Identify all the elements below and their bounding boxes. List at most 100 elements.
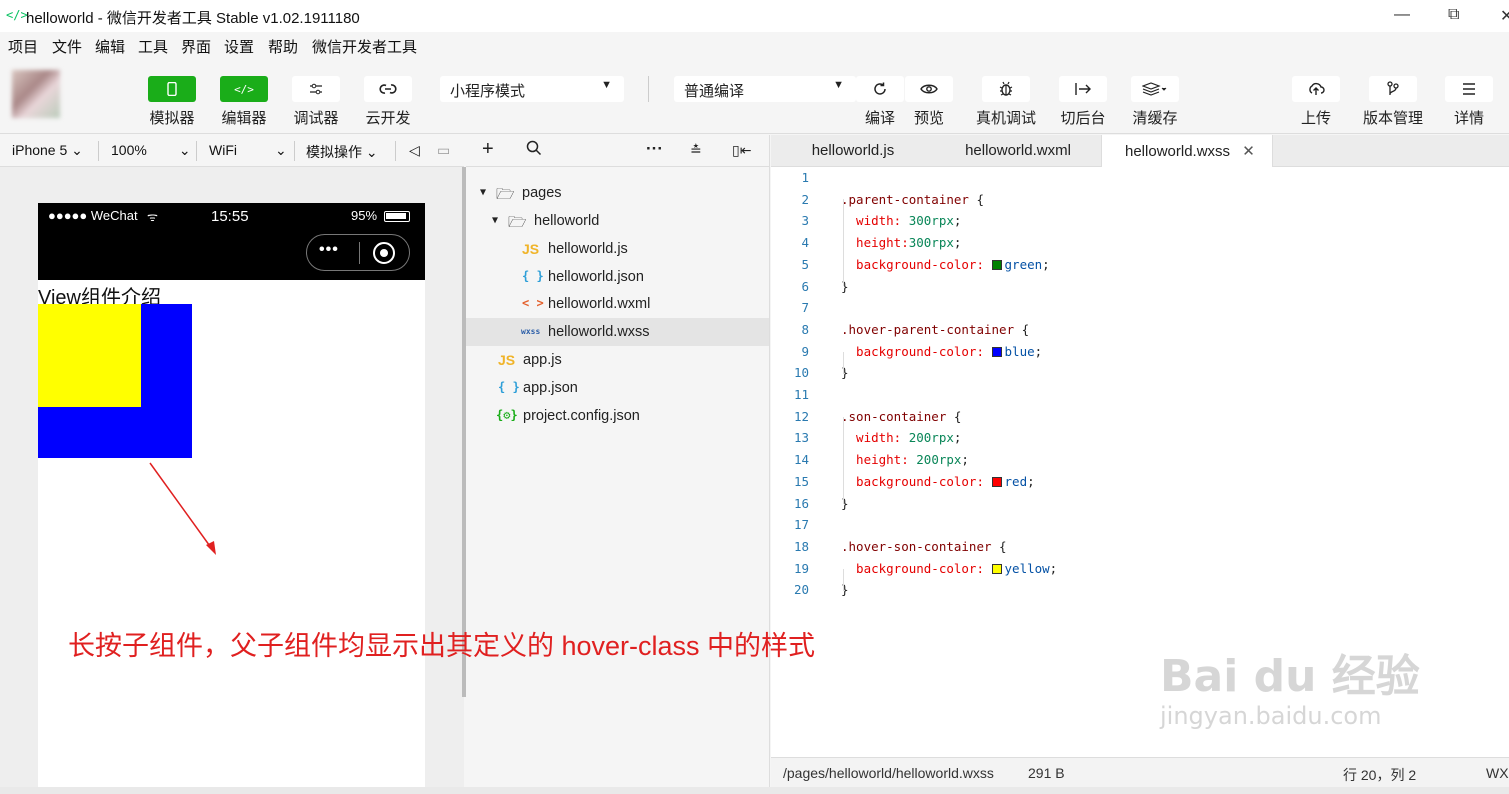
menu-bar: 项目 文件 编辑 工具 界面 设置 帮助 微信开发者工具 — [0, 32, 1509, 58]
color-swatch[interactable] — [991, 259, 1002, 270]
code-token: { — [1014, 321, 1030, 337]
editor-button[interactable]: </> — [220, 76, 268, 102]
indent-guide — [843, 352, 844, 374]
close-button[interactable]: ✕ — [1500, 6, 1509, 26]
mini-program-capsule: ••• — [306, 234, 410, 271]
menu-item-edit[interactable]: 编辑 — [95, 36, 125, 57]
line-number: 10 — [793, 365, 809, 381]
background-label: 切后台 — [1060, 110, 1106, 127]
more-icon[interactable]: ••• — [319, 241, 339, 259]
code-token: ; — [1049, 560, 1058, 576]
hide-panel-icon[interactable]: ▯⇤ — [732, 142, 751, 159]
code-token: .hover-parent-container — [841, 321, 1015, 337]
tree-file-helloworld-js[interactable]: JS helloworld.js — [466, 235, 770, 263]
version-button[interactable] — [1369, 76, 1417, 102]
language-mode[interactable]: WX — [1486, 765, 1509, 781]
js-file-icon: JS — [522, 241, 540, 257]
tree-item-label: helloworld — [534, 213, 600, 229]
simulator-button[interactable] — [148, 76, 196, 102]
menu-item-view[interactable]: 界面 — [181, 36, 211, 57]
cloud-button[interactable] — [364, 76, 412, 102]
code-line: .hover-son-container { — [841, 536, 1007, 558]
compile-select[interactable]: 普通编译 ▼ — [674, 76, 856, 102]
version-label: 版本管理 — [1362, 110, 1424, 127]
line-number: 6 — [801, 278, 809, 294]
simulate-operation-select[interactable]: 模拟操作 ⌄ — [306, 142, 378, 162]
close-target-icon[interactable] — [373, 242, 395, 264]
tree-file-helloworld-wxml[interactable]: < > helloworld.wxml — [466, 290, 770, 318]
menu-item-tools[interactable]: 工具 — [138, 36, 168, 57]
file-size: 291 B — [1028, 765, 1065, 781]
avatar[interactable] — [12, 70, 60, 118]
tree-folder-helloworld[interactable]: ▼ 🗁 helloworld — [466, 207, 770, 235]
debugger-label: 调试器 — [293, 110, 339, 127]
menu-item-settings[interactable]: 设置 — [224, 36, 254, 57]
code-token: .hover-son-container — [841, 538, 992, 554]
branch-icon — [1387, 81, 1399, 95]
real-device-debug-label: 真机调试 — [975, 110, 1037, 127]
color-swatch[interactable] — [991, 563, 1002, 574]
device-select[interactable]: iPhone 5 ⌄ — [12, 142, 83, 159]
tab-helloworld-wxss[interactable]: helloworld.wxss ✕ — [1101, 135, 1273, 168]
zoom-select[interactable]: 100% ⌄ — [111, 142, 191, 159]
speaker-icon[interactable]: ◁ — [409, 142, 420, 159]
collapse-icon[interactable]: ≛ — [690, 142, 702, 159]
code-token: ; — [1027, 473, 1035, 489]
tree-file-helloworld-json[interactable]: { } helloworld.json — [466, 263, 770, 291]
code-token: ; — [953, 235, 962, 251]
compile-label: 编译 — [864, 110, 896, 127]
details-button[interactable] — [1445, 76, 1493, 102]
menu-item-file[interactable]: 文件 — [52, 36, 82, 57]
tab-helloworld-js[interactable]: helloworld.js — [771, 135, 935, 167]
simulator-label: 模拟器 — [149, 110, 195, 127]
menu-item-project[interactable]: 项目 — [8, 36, 38, 57]
code-token: yellow — [1004, 560, 1050, 576]
tab-helloworld-wxml[interactable]: helloworld.wxml — [935, 135, 1101, 167]
search-icon[interactable] — [526, 140, 542, 161]
restore-button[interactable]: ⧉ — [1448, 6, 1459, 24]
indent-guide — [843, 569, 844, 591]
code-token: green — [1004, 256, 1043, 272]
add-icon[interactable]: + — [482, 138, 494, 161]
mode-select[interactable]: 小程序模式 ▼ — [440, 76, 624, 102]
cursor-position[interactable]: 行 20，列 2 — [1343, 765, 1416, 785]
color-swatch[interactable] — [991, 476, 1002, 487]
tab-label: helloworld.wxss — [1125, 143, 1231, 160]
tree-file-app-js[interactable]: JS app.js — [466, 346, 770, 374]
debugger-button[interactable] — [292, 76, 340, 102]
clear-cache-button[interactable] — [1131, 76, 1179, 102]
color-swatch[interactable] — [991, 346, 1002, 357]
chevron-down-icon: ⌄ — [71, 142, 83, 158]
son-container[interactable] — [38, 304, 141, 407]
upload-button[interactable] — [1292, 76, 1340, 102]
code-token: ; — [1042, 256, 1050, 272]
window-icon[interactable]: ▭ — [437, 142, 450, 159]
code-token: background-color: — [841, 343, 992, 359]
code-token: ; — [961, 452, 969, 468]
background-button[interactable] — [1059, 76, 1107, 102]
line-number: 14 — [793, 452, 809, 468]
divider — [196, 141, 197, 161]
menu-item-help[interactable]: 帮助 — [268, 36, 298, 57]
close-tab-icon[interactable]: ✕ — [1242, 143, 1255, 160]
preview-button[interactable] — [905, 76, 953, 102]
chevron-down-icon: ⌄ — [365, 144, 378, 160]
cloud-label: 云开发 — [365, 110, 411, 127]
tree-file-app-json[interactable]: { } app.json — [466, 374, 770, 402]
tree-file-helloworld-wxss[interactable]: wxss helloworld.wxss — [466, 318, 770, 346]
more-icon[interactable]: ··· — [646, 139, 663, 159]
refresh-icon — [874, 82, 886, 95]
code-line: background-color: yellow; — [841, 558, 1057, 580]
compile-button[interactable] — [856, 76, 904, 102]
wxml-file-icon: < > — [522, 296, 544, 310]
code-line: .parent-container { — [841, 189, 984, 211]
tree-file-project-config[interactable]: {⚙} project.config.json — [466, 402, 770, 430]
menu-item-wechat-devtools[interactable]: 微信开发者工具 — [312, 36, 417, 57]
real-device-debug-button[interactable] — [982, 76, 1030, 102]
code-token: width: — [841, 213, 909, 229]
minimize-button[interactable]: — — [1394, 6, 1410, 24]
network-select[interactable]: WiFi ⌄ — [209, 142, 287, 159]
tree-folder-pages[interactable]: ▼ 🗁 pages — [466, 179, 770, 207]
parent-container[interactable] — [38, 304, 192, 458]
json-file-icon: { } — [522, 269, 544, 283]
